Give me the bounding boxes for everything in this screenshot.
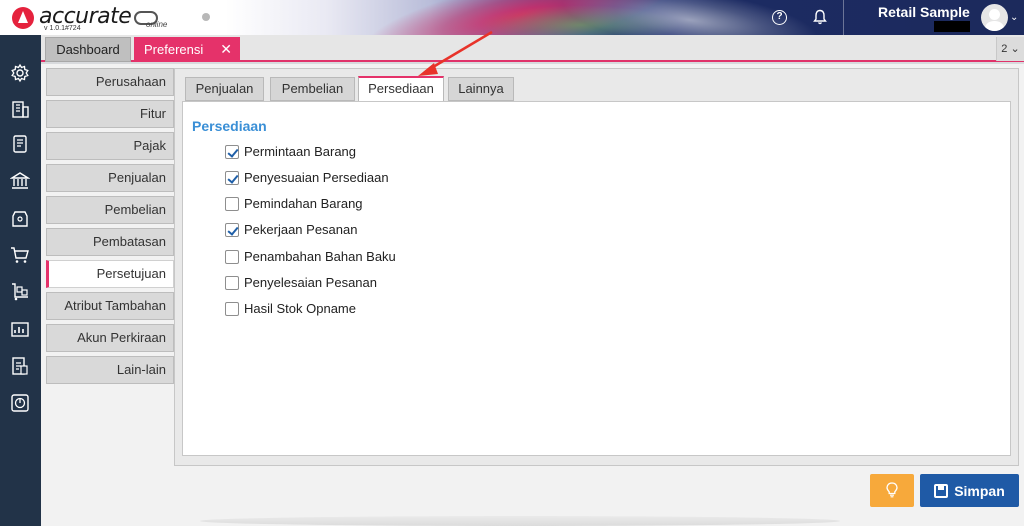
option-penyelesaian-pesanan[interactable]: Penyelesaian Pesanan bbox=[225, 275, 377, 290]
option-label: Pemindahan Barang bbox=[244, 196, 363, 211]
open-tab-count-dropdown[interactable]: 2 ⌄ bbox=[996, 37, 1024, 61]
asset-chart-icon[interactable] bbox=[10, 319, 30, 339]
sidebar-item-fitur[interactable]: Fitur bbox=[46, 100, 174, 128]
inventory-trolley-icon[interactable] bbox=[10, 282, 30, 302]
subtab-lainnya[interactable]: Lainnya bbox=[448, 77, 514, 101]
shopping-cart-icon[interactable] bbox=[10, 245, 30, 265]
close-icon[interactable]: ✕ bbox=[220, 37, 232, 62]
sidebar-item-penjualan[interactable]: Penjualan bbox=[46, 164, 174, 192]
lightbulb-icon bbox=[886, 482, 898, 498]
approval-settings-panel: Penjualan Pembelian Persediaan Lainnya P… bbox=[174, 68, 1019, 466]
subtab-penjualan[interactable]: Penjualan bbox=[185, 77, 264, 101]
save-button-label: Simpan bbox=[954, 482, 1005, 499]
redacted-user-name bbox=[934, 21, 970, 32]
top-bar: accurate online v 1.0.1#724 ? Retail Sam… bbox=[0, 0, 1024, 35]
document-tab-strip: Dashboard Preferensi ✕ 2 ⌄ bbox=[41, 35, 1024, 62]
option-label: Penyelesaian Pesanan bbox=[244, 275, 377, 290]
chevron-down-icon[interactable]: ⌄ bbox=[1010, 12, 1018, 23]
option-penyesuaian-persediaan[interactable]: Penyesuaian Persediaan bbox=[225, 170, 389, 185]
option-label: Permintaan Barang bbox=[244, 144, 357, 159]
tab-preferensi[interactable]: Preferensi ✕ bbox=[134, 37, 240, 62]
option-pemindahan-barang[interactable]: Pemindahan Barang bbox=[225, 196, 363, 211]
tab-dashboard[interactable]: Dashboard bbox=[45, 37, 131, 62]
tax-document-icon[interactable] bbox=[10, 356, 30, 376]
sidebar-item-perusahaan[interactable]: Perusahaan bbox=[46, 68, 174, 96]
bank-icon[interactable] bbox=[9, 171, 31, 191]
subtab-pembelian[interactable]: Pembelian bbox=[270, 77, 355, 101]
main-navigation-rail bbox=[0, 35, 41, 526]
checkbox-unchecked[interactable] bbox=[225, 196, 239, 211]
checkbox-unchecked[interactable] bbox=[225, 301, 239, 316]
price-tag-icon[interactable] bbox=[10, 208, 30, 228]
sidebar-item-atribut-tambahan[interactable]: Atribut Tambahan bbox=[46, 292, 174, 320]
sidebar-item-pembelian[interactable]: Pembelian bbox=[46, 196, 174, 224]
accurate-logo-icon bbox=[12, 7, 34, 29]
checkbox-unchecked[interactable] bbox=[225, 275, 239, 290]
checkbox-checked[interactable] bbox=[225, 144, 239, 159]
section-title: Persediaan bbox=[192, 118, 267, 134]
sidebar-item-persetujuan[interactable]: Persetujuan bbox=[46, 260, 174, 288]
topbar-divider bbox=[843, 0, 844, 35]
option-label: Hasil Stok Opname bbox=[244, 301, 356, 316]
checkbox-checked[interactable] bbox=[225, 170, 239, 185]
report-pie-icon[interactable] bbox=[10, 393, 30, 413]
sidebar-item-lain-lain[interactable]: Lain-lain bbox=[46, 356, 174, 384]
annotation-arrow-icon bbox=[418, 30, 493, 76]
persediaan-options-box: Persediaan Permintaan Barang Penyesuaian… bbox=[182, 101, 1011, 456]
status-dot-icon bbox=[202, 13, 210, 21]
settings-gear-icon[interactable] bbox=[10, 63, 30, 83]
sidebar-item-pajak[interactable]: Pajak bbox=[46, 132, 174, 160]
option-pekerjaan-pesanan[interactable]: Pekerjaan Pesanan bbox=[225, 222, 357, 237]
option-label: Penyesuaian Persediaan bbox=[244, 170, 389, 185]
logo-online-label: online bbox=[146, 20, 168, 29]
user-avatar-icon[interactable] bbox=[981, 4, 1008, 31]
bottom-shadow bbox=[200, 516, 840, 526]
question-circle-icon[interactable]: ? bbox=[772, 10, 787, 25]
save-button[interactable]: Simpan bbox=[920, 474, 1019, 507]
app-logo[interactable]: accurate bbox=[12, 3, 159, 31]
tips-button[interactable] bbox=[870, 474, 914, 507]
checkbox-unchecked[interactable] bbox=[225, 249, 239, 264]
checkbox-checked[interactable] bbox=[225, 222, 239, 237]
company-building-icon[interactable] bbox=[10, 99, 30, 119]
sidebar-item-pembatasan[interactable]: Pembatasan bbox=[46, 228, 174, 256]
company-name[interactable]: Retail Sample bbox=[878, 4, 970, 20]
option-hasil-stok-opname[interactable]: Hasil Stok Opname bbox=[225, 301, 356, 316]
tab-preferensi-label: Preferensi bbox=[144, 42, 204, 57]
floppy-disk-icon bbox=[934, 483, 949, 498]
option-permintaan-barang[interactable]: Permintaan Barang bbox=[225, 144, 356, 159]
option-penambahan-bahan-baku[interactable]: Penambahan Bahan Baku bbox=[225, 249, 396, 264]
bell-icon[interactable] bbox=[812, 9, 828, 26]
sidebar-item-akun-perkiraan[interactable]: Akun Perkiraan bbox=[46, 324, 174, 352]
option-label: Pekerjaan Pesanan bbox=[244, 222, 358, 237]
option-label: Penambahan Bahan Baku bbox=[244, 249, 396, 264]
app-version: v 1.0.1#724 bbox=[44, 25, 81, 32]
ledger-book-icon[interactable] bbox=[10, 134, 30, 154]
